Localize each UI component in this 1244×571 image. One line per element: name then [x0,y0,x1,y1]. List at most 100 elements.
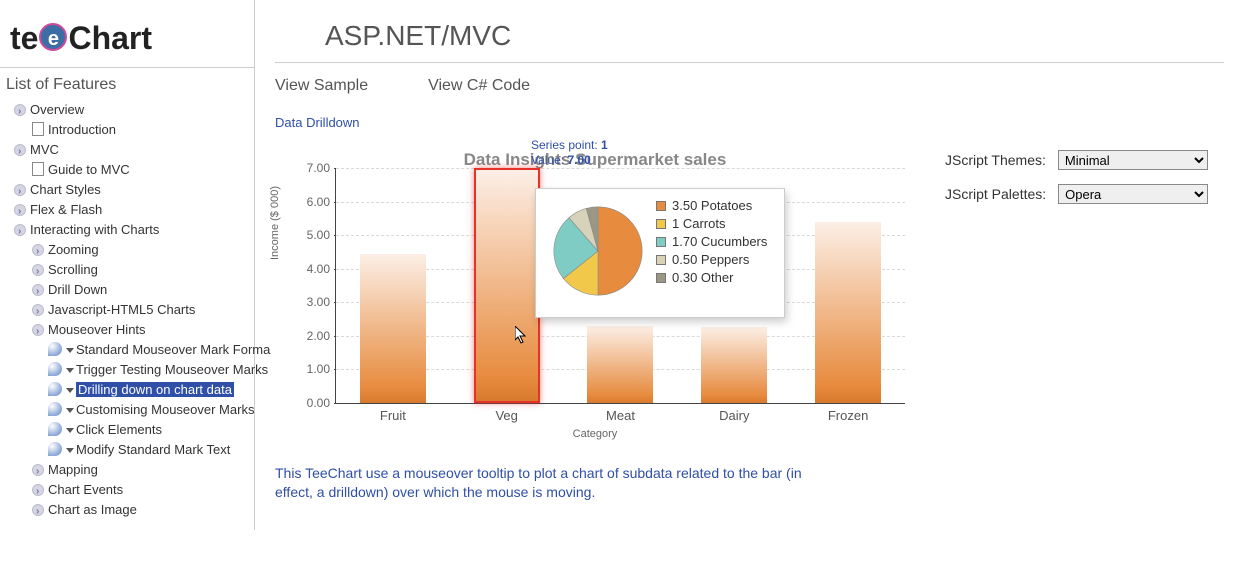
expand-icon[interactable] [14,104,26,116]
xtick: Meat [570,408,670,423]
chevron-down-icon[interactable] [66,348,74,353]
expand-icon[interactable] [32,464,44,476]
logo: teeChart [0,0,254,67]
palettes-label: JScript Palettes: [945,186,1046,202]
swatch-icon [656,255,666,265]
chevron-down-icon[interactable] [66,408,74,413]
pie-legend: 3.50 Potatoes1 Carrots1.70 Cucumbers0.50… [656,197,767,287]
ytick: 0.00 [294,396,330,410]
xtick: Frozen [798,408,898,423]
tree-drilldown[interactable]: Drill Down [48,282,107,297]
tree-interacting[interactable]: Interacting with Charts [30,222,159,237]
expand-icon[interactable] [14,204,26,216]
bar-chart[interactable]: Data Insights Supermarket sales Series p… [275,140,915,440]
tree-scrolling[interactable]: Scrolling [48,262,98,277]
page-title: ASP.NET/MVC [275,0,1224,63]
legend-text: 3.50 Potatoes [672,197,752,215]
description-text: This TeeChart use a mouseover tooltip to… [275,440,835,502]
tab-view-code[interactable]: View C# Code [428,77,530,95]
legend-row: 0.50 Peppers [656,251,767,269]
xtick: Fruit [343,408,443,423]
sidebar: teeChart List of Features Overview Intro… [0,0,255,530]
tree-std-marks[interactable]: Standard Mouseover Mark Forma [76,342,270,357]
tree-overview[interactable]: Overview [30,102,84,117]
legend-text: 0.30 Other [672,269,733,287]
expand-icon[interactable] [14,184,26,196]
expand-icon[interactable] [32,504,44,516]
tree-click-elements[interactable]: Click Elements [76,422,162,437]
expand-icon[interactable] [32,264,44,276]
swatch-icon [656,201,666,211]
expand-icon[interactable] [32,244,44,256]
themes-label: JScript Themes: [945,152,1046,168]
leaf-icon [48,362,62,376]
sidebar-title: List of Features [0,67,254,100]
xaxis-label: Category [275,428,915,440]
themes-select[interactable]: Minimal [1058,150,1208,170]
swatch-icon [656,219,666,229]
tree-trigger[interactable]: Trigger Testing Mouseover Marks [76,362,268,377]
tree-mvc[interactable]: MVC [30,142,59,157]
legend-row: 1.70 Cucumbers [656,233,767,251]
tree-chart-image[interactable]: Chart as Image [48,502,137,517]
feature-tree: Overview Introduction MVC Guide to MVC C… [0,100,254,520]
chevron-down-icon[interactable] [66,428,74,433]
drilldown-tooltip: 3.50 Potatoes1 Carrots1.70 Cucumbers0.50… [535,188,785,318]
tree-introduction[interactable]: Introduction [48,122,116,137]
swatch-icon [656,237,666,247]
tree-chart-events[interactable]: Chart Events [48,482,123,497]
tree-chart-styles[interactable]: Chart Styles [30,182,101,197]
expand-icon[interactable] [32,324,44,336]
swatch-icon [656,273,666,283]
leaf-icon [48,402,62,416]
tree-guide-mvc[interactable]: Guide to MVC [48,162,130,177]
bar-fruit[interactable] [360,254,426,403]
expand-icon[interactable] [32,304,44,316]
tree-mapping[interactable]: Mapping [48,462,98,477]
chevron-down-icon[interactable] [66,368,74,373]
leaf-icon [48,382,62,396]
main-content: ASP.NET/MVC View Sample View C# Code Dat… [255,0,1244,530]
tree-drilling-chart[interactable]: Drilling down on chart data [76,382,234,397]
ytick: 6.00 [294,195,330,209]
bar-dairy[interactable] [701,327,767,403]
tree-zooming[interactable]: Zooming [48,242,99,257]
leaf-icon [48,442,62,456]
palettes-select[interactable]: Opera [1058,184,1208,204]
legend-row: 1 Carrots [656,215,767,233]
logo-e-icon: e [39,23,67,51]
chevron-down-icon[interactable] [66,448,74,453]
tree-flex-flash[interactable]: Flex & Flash [30,202,102,217]
expand-icon[interactable] [14,144,26,156]
ytick: 7.00 [294,161,330,175]
chart-controls: JScript Themes: Minimal JScript Palettes… [945,140,1208,218]
legend-text: 0.50 Peppers [672,251,749,269]
bar-veg[interactable] [474,168,540,403]
series-hint: Series point: 1 Value: 7.00 [531,138,608,168]
bar-frozen[interactable] [815,222,881,403]
ytick: 1.00 [294,362,330,376]
section-title: Data Drilldown [275,95,1224,140]
leaf-icon [48,342,62,356]
doc-icon [32,122,44,136]
tree-mouseover[interactable]: Mouseover Hints [48,322,146,337]
expand-icon[interactable] [32,484,44,496]
tree-customising[interactable]: Customising Mouseover Marks [76,402,254,417]
xtick: Dairy [684,408,784,423]
tree-modify-mark[interactable]: Modify Standard Mark Text [76,442,230,457]
xtick: Veg [457,408,557,423]
ytick: 5.00 [294,228,330,242]
expand-icon[interactable] [32,284,44,296]
chevron-down-icon[interactable] [66,388,74,393]
ytick: 2.00 [294,329,330,343]
legend-row: 0.30 Other [656,269,767,287]
pie-slice-potatoes [598,207,642,295]
tab-view-sample[interactable]: View Sample [275,77,368,95]
leaf-icon [48,422,62,436]
legend-text: 1.70 Cucumbers [672,233,767,251]
ytick: 3.00 [294,295,330,309]
bar-meat[interactable] [587,326,653,403]
pie-chart [550,203,646,299]
tree-js-html5[interactable]: Javascript-HTML5 Charts [48,302,195,317]
expand-icon[interactable] [14,224,26,236]
